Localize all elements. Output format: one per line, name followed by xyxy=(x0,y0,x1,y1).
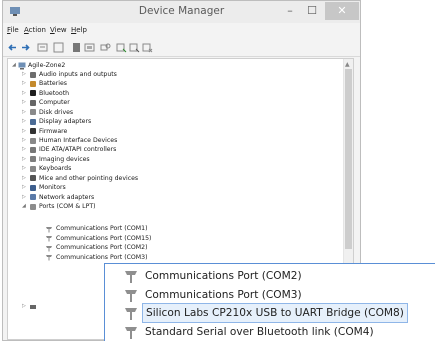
port-device-label: Communications Port (COM2) xyxy=(56,244,148,251)
uninstall-icon[interactable] xyxy=(142,42,153,53)
menu-help[interactable]: Help xyxy=(71,26,87,34)
tree-root-label: Agile-Zone2 xyxy=(28,62,66,69)
camera-icon xyxy=(30,156,36,163)
tree-category-label: Audio inputs and outputs xyxy=(39,71,117,78)
computer-icon xyxy=(18,62,26,69)
computer-icon xyxy=(30,99,36,106)
tree-category-label: Human Interface Devices xyxy=(39,137,118,144)
expand-arrow-icon[interactable]: ▷ xyxy=(22,127,28,136)
expand-arrow-icon[interactable]: ▷ xyxy=(22,155,28,164)
menu-help-label: elp xyxy=(76,26,87,34)
tree-category-label: Disk drives xyxy=(39,108,74,116)
serial-port-icon xyxy=(125,271,137,283)
expand-arrow-icon[interactable]: ▷ xyxy=(22,117,28,126)
port-icon xyxy=(30,203,36,210)
menu-bar: File Action View Help xyxy=(3,24,360,38)
menu-file[interactable]: File xyxy=(7,26,19,34)
disable-icon[interactable] xyxy=(129,42,140,53)
scroll-up-arrow-icon[interactable]: ▲ xyxy=(345,61,350,68)
serial-port-icon xyxy=(125,326,137,339)
serial-port-icon xyxy=(125,308,137,320)
maximize-button[interactable]: ☐ xyxy=(301,2,323,20)
bluetooth-icon xyxy=(30,90,36,97)
update-driver-icon[interactable] xyxy=(84,42,95,53)
speaker-icon xyxy=(30,71,36,78)
tree-category-label: Bluetooth xyxy=(39,89,70,97)
port-device-label: Silicon Labs CP210x USB to UART Bridge (… xyxy=(142,303,408,323)
tree-category-label: Network adapters xyxy=(39,193,95,201)
zoomed-ports-callout: Communications Port (COM2) Communications… xyxy=(104,263,435,341)
collapse-arrow-icon[interactable]: ◢ xyxy=(22,202,28,211)
tree-category-label: Monitors xyxy=(39,184,66,192)
monitor-icon xyxy=(30,184,36,191)
tree-category-label: Computer xyxy=(39,99,70,107)
tree-category-label: Keyboards xyxy=(39,165,72,173)
expand-arrow-icon[interactable]: ▷ xyxy=(22,183,28,192)
network-adapter-icon xyxy=(30,194,36,201)
tree-category-label: Mice and other pointing devices xyxy=(39,174,139,182)
expand-arrow-icon[interactable]: ▷ xyxy=(22,89,28,98)
scan-icon[interactable] xyxy=(100,42,111,53)
toolbar xyxy=(3,39,360,57)
ide-controller-icon xyxy=(30,146,36,153)
display-adapter-icon xyxy=(30,118,36,125)
scroll-thumb[interactable] xyxy=(345,69,352,249)
disk-drive-icon xyxy=(30,109,36,116)
serial-port-icon xyxy=(46,245,52,251)
serial-port-icon xyxy=(46,255,52,261)
port-device-label: Standard Serial over Bluetooth link (COM… xyxy=(145,325,374,338)
printer-icon xyxy=(30,304,36,309)
port-device-label: Communications Port (COM2) xyxy=(145,270,302,282)
tree-category-label: Firmware xyxy=(39,127,68,135)
tree-category-label: IDE ATA/ATAPI controllers xyxy=(39,146,117,154)
serial-port-icon xyxy=(46,226,52,232)
serial-port-icon xyxy=(125,289,137,302)
expand-arrow-icon[interactable]: ▷ xyxy=(22,79,28,88)
expand-arrow-icon[interactable]: ▷ xyxy=(22,136,28,145)
view-icon[interactable] xyxy=(71,42,82,53)
keyboard-icon xyxy=(30,165,36,172)
port-device-label: Communications Port (COM3) xyxy=(145,288,302,301)
serial-port-icon xyxy=(46,236,52,242)
expand-arrow-icon[interactable]: ▷ xyxy=(22,145,28,154)
menu-action-label: ction xyxy=(28,26,46,34)
mouse-icon xyxy=(30,175,36,182)
tree-category-label: Batteries xyxy=(39,80,67,88)
menu-view-label: iew xyxy=(54,26,67,34)
port-device-label: Communications Port (COM15) xyxy=(56,234,152,242)
menu-view[interactable]: View xyxy=(50,26,67,34)
expand-arrow-icon[interactable]: ▷ xyxy=(22,108,28,117)
enable-icon[interactable] xyxy=(116,42,127,53)
hid-icon xyxy=(30,137,36,144)
menu-file-label: ile xyxy=(10,26,19,34)
expand-arrow-icon[interactable]: ▷ xyxy=(22,164,28,173)
close-button[interactable]: ✕ xyxy=(325,2,359,20)
port-device-label: Communications Port (COM3) xyxy=(56,253,148,261)
tree-category-label: Ports (COM & LPT) xyxy=(39,203,96,211)
expand-arrow-icon[interactable]: ▷ xyxy=(22,174,28,183)
menu-action[interactable]: Action xyxy=(24,26,46,34)
tree-category-label: Display adapters xyxy=(39,118,92,126)
port-device-label: Communications Port (COM1) xyxy=(56,225,148,232)
help-icon[interactable] xyxy=(53,42,64,53)
expand-arrow-icon[interactable]: ▷ xyxy=(22,193,28,202)
expand-arrow-icon[interactable]: ▷ xyxy=(22,98,28,107)
forward-icon[interactable] xyxy=(20,42,31,53)
back-icon[interactable] xyxy=(7,42,18,53)
expand-arrow-icon[interactable]: ▷ xyxy=(22,70,28,79)
minimize-button[interactable]: – xyxy=(279,2,301,20)
properties-icon[interactable] xyxy=(37,42,48,53)
battery-icon xyxy=(30,80,36,87)
title-bar[interactable]: Device Manager – ☐ ✕ xyxy=(3,1,360,23)
expand-arrow-icon[interactable]: ▷ xyxy=(22,302,28,311)
firmware-icon xyxy=(30,128,36,135)
tree-category-label: Imaging devices xyxy=(39,155,90,163)
